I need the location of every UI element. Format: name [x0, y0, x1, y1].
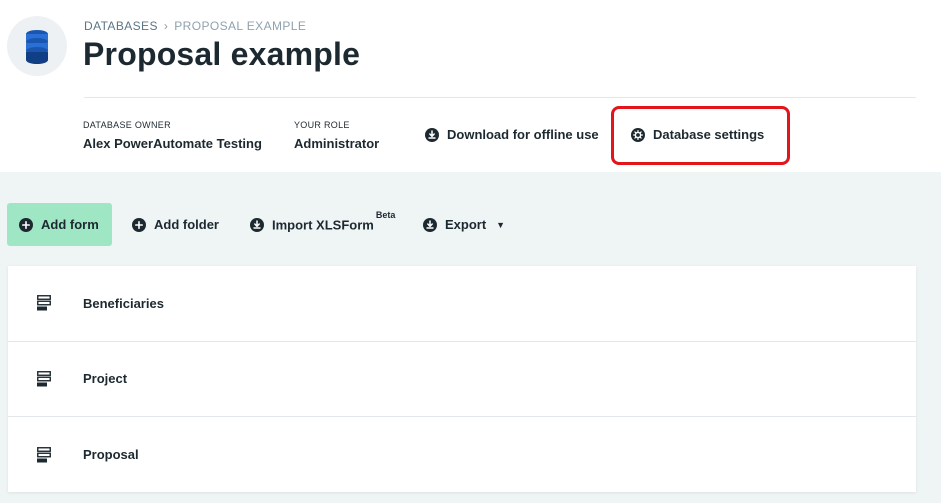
download-offline-button[interactable]: Download for offline use [425, 127, 599, 142]
header-divider [84, 97, 916, 98]
add-form-label: Add form [41, 217, 99, 232]
database-settings-label: Database settings [653, 127, 765, 142]
add-folder-button[interactable]: Add folder [132, 203, 219, 246]
export-icon [423, 217, 437, 232]
form-label: Project [83, 371, 128, 387]
chevron-down-icon: ▼ [496, 219, 506, 230]
list-item[interactable]: Beneficiaries [8, 266, 916, 342]
page-header: DATABASES › PROPOSAL EXAMPLE Proposal ex… [0, 0, 941, 172]
breadcrumb-current: PROPOSAL EXAMPLE [174, 19, 307, 33]
form-label: Proposal [83, 447, 139, 463]
download-offline-label: Download for offline use [447, 127, 599, 142]
form-icon [37, 295, 51, 311]
beta-badge: Beta [375, 210, 396, 221]
add-form-button[interactable]: Add form [7, 203, 112, 246]
form-icon [37, 446, 51, 463]
gear-icon [631, 127, 645, 142]
database-owner-value: Alex PowerAutomate Testing [83, 136, 262, 151]
your-role-label: YOUR ROLE [294, 120, 350, 130]
export-dropdown[interactable]: Export ▼ [423, 203, 505, 246]
breadcrumb-separator: › [163, 19, 169, 33]
database-settings-button[interactable]: Database settings [631, 127, 764, 142]
database-icon [7, 16, 67, 76]
form-icon [37, 370, 51, 387]
import-xlsform-button[interactable]: Import XLSFormBeta [250, 203, 395, 246]
plus-circle-icon [19, 217, 33, 232]
your-role: YOUR ROLE Administrator [294, 120, 379, 151]
database-owner-label: DATABASE OWNER [83, 120, 171, 130]
download-icon [425, 127, 439, 142]
form-label: Beneficiaries [83, 295, 164, 311]
page-title: Proposal example [83, 36, 361, 72]
database-owner: DATABASE OWNER Alex PowerAutomate Testin… [83, 120, 262, 151]
forms-list: Beneficiaries Project Proposal [8, 266, 916, 492]
list-item[interactable]: Proposal [8, 417, 916, 493]
import-xlsform-text: Import XLSForm [272, 217, 374, 233]
upload-icon [250, 217, 264, 232]
plus-circle-icon [132, 217, 146, 232]
your-role-value: Administrator [294, 136, 380, 151]
import-xlsform-label: Import XLSFormBeta [272, 210, 395, 233]
list-item[interactable]: Project [8, 342, 916, 417]
export-label: Export [445, 217, 487, 232]
breadcrumb: DATABASES › PROPOSAL EXAMPLE [84, 19, 306, 33]
add-folder-label: Add folder [154, 217, 219, 232]
breadcrumb-databases-link[interactable]: DATABASES [84, 19, 158, 33]
